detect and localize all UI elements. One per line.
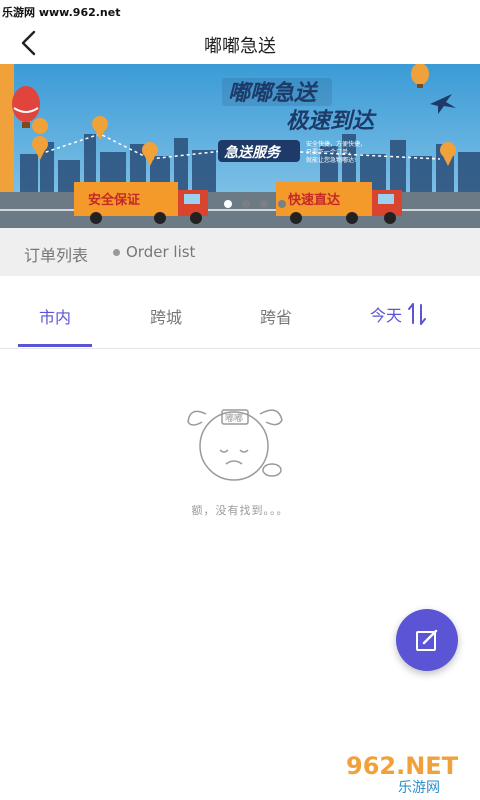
bullet-dot: [113, 249, 120, 256]
truck-1-label: 安全保证: [88, 192, 140, 208]
empty-message: 额，没有找到。。。: [191, 504, 289, 517]
tab-interprovince[interactable]: 跨省: [231, 304, 321, 328]
promo-banner[interactable]: 嘟嘟急送 极速到达 急送服务 安全快捷，方便快捷， 只要下一个订单， 就能让您急…: [0, 64, 480, 228]
banner-slogan-line-2: 只要下一个订单，: [306, 148, 354, 156]
tab-city[interactable]: 市内: [10, 304, 100, 328]
banner-headline-1: 嘟嘟急送: [228, 81, 319, 106]
sort-arrows-icon: [408, 303, 427, 325]
banner-service-label: 急送服务: [224, 144, 282, 161]
order-list-bar: 订单列表 Order list: [0, 228, 480, 276]
order-tabs: 市内 跨城 跨省 今天: [0, 290, 480, 349]
banner-slogan-line-3: 就能让您急物嘟达!: [306, 156, 356, 164]
watermark-top: 962.NET: [346, 752, 459, 780]
order-list-title-cn: 订单列表: [24, 246, 89, 265]
watermark-text: 乐游网 www.962.net: [2, 6, 121, 19]
tab-intercity[interactable]: 跨城: [121, 304, 211, 328]
empty-badge-text: 嘟嘟: [225, 412, 243, 424]
watermark-bottom: 乐游网: [398, 780, 440, 796]
banner-illustration: 嘟嘟急送 极速到达 急送服务 安全快捷，方便快捷， 只要下一个订单， 就能让您急…: [0, 64, 480, 228]
app-header: 嘟嘟急送: [0, 22, 480, 64]
banner-headline-2: 极速到达: [286, 109, 377, 134]
corner-watermark: 962.NET 乐游网: [340, 748, 474, 796]
sort-date-button[interactable]: 今天: [370, 302, 428, 326]
truck-2-label: 快速直达: [288, 192, 340, 208]
sort-date-label: 今天: [370, 306, 403, 325]
edit-icon: [416, 629, 438, 651]
order-list-title-en: Order list: [126, 243, 196, 261]
status-bar: 乐游网 www.962.net: [0, 0, 480, 22]
sad-dog-icon: 嘟嘟: [187, 409, 283, 481]
page-title: 嘟嘟急送: [204, 36, 276, 57]
active-tab-indicator: [18, 344, 92, 347]
empty-state: 嘟嘟 额，没有找到。。。: [0, 396, 480, 536]
create-order-button[interactable]: [396, 609, 458, 671]
banner-slogan-line-1: 安全快捷，方便快捷，: [306, 140, 366, 148]
